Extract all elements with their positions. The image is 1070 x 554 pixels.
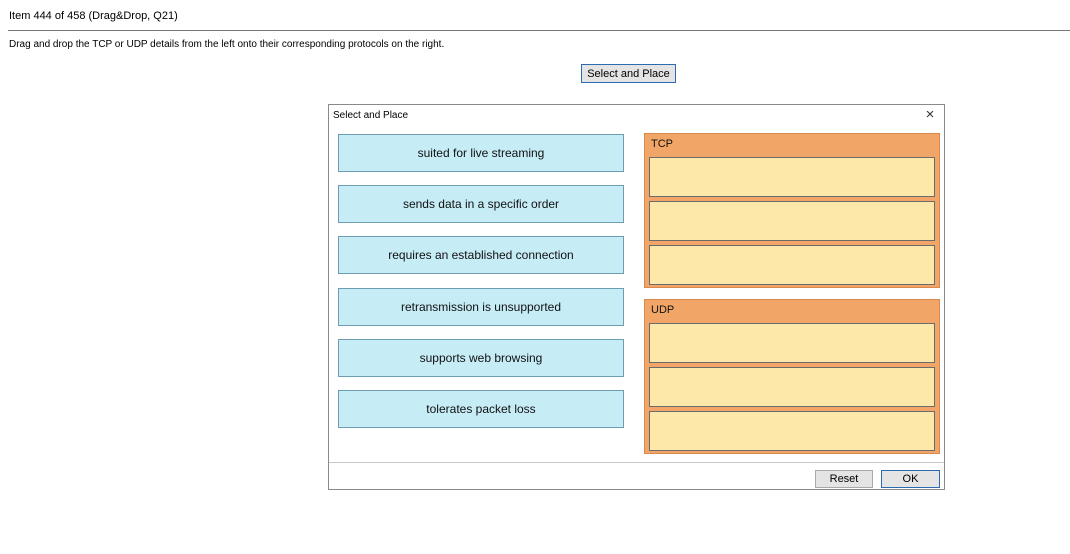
- tcp-drop-slot[interactable]: [649, 201, 935, 241]
- tcp-drop-slot[interactable]: [649, 245, 935, 285]
- drag-item-established-connection[interactable]: requires an established connection: [338, 236, 624, 274]
- udp-target-group: UDP: [644, 299, 940, 454]
- instructions-text: Drag and drop the TCP or UDP details fro…: [9, 39, 445, 50]
- udp-drop-slot[interactable]: [649, 367, 935, 407]
- udp-drop-slot[interactable]: [649, 411, 935, 451]
- drag-item-live-streaming[interactable]: suited for live streaming: [338, 134, 624, 172]
- close-icon[interactable]: ×: [922, 107, 938, 123]
- tcp-target-group: TCP: [644, 133, 940, 288]
- drag-item-packet-loss[interactable]: tolerates packet loss: [338, 390, 624, 428]
- drag-item-web-browsing[interactable]: supports web browsing: [338, 339, 624, 377]
- header-divider: [8, 30, 1070, 31]
- drag-item-specific-order[interactable]: sends data in a specific order: [338, 185, 624, 223]
- select-and-place-dialog: Select and Place × suited for live strea…: [328, 104, 945, 490]
- tcp-group-label: TCP: [651, 138, 673, 150]
- dialog-footer-divider: [329, 462, 944, 463]
- select-and-place-button[interactable]: Select and Place: [581, 64, 676, 83]
- drag-item-retransmission-unsupported[interactable]: retransmission is unsupported: [338, 288, 624, 326]
- udp-drop-slot[interactable]: [649, 323, 935, 363]
- tcp-drop-slot[interactable]: [649, 157, 935, 197]
- ok-button[interactable]: OK: [881, 470, 940, 488]
- dialog-title: Select and Place: [333, 110, 409, 121]
- reset-button[interactable]: Reset: [815, 470, 873, 488]
- item-header: Item 444 of 458 (Drag&Drop, Q21): [9, 10, 178, 22]
- udp-group-label: UDP: [651, 304, 675, 316]
